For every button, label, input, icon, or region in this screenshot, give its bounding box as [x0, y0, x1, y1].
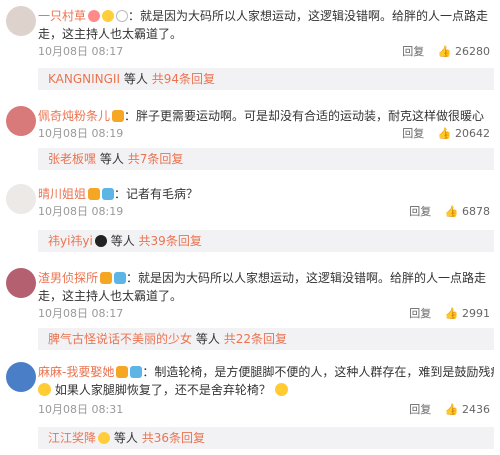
badge-icon [102, 10, 115, 22]
comment-text: ：就是因为大码所以人家想运动，这逻辑没错啊。给胖的人一点路走 [126, 271, 487, 285]
vip-badge-icon [112, 110, 125, 122]
comment-text: ：就是因为大码所以人家想运动，这逻辑没错啊。给胖的人一点路走 [128, 9, 489, 23]
badge-icon [114, 272, 127, 284]
thread-more-link[interactable]: 共36条回复 [142, 431, 205, 445]
avatar[interactable] [6, 184, 36, 214]
like-button[interactable]: 👍 20642 [438, 126, 490, 142]
like-count: 6878 [462, 205, 490, 218]
laugh-emoji-icon [38, 383, 51, 396]
avatar[interactable] [6, 268, 36, 298]
comment-text: ：制造轮椅，是方便腿脚不便的人，这种人群存在，难到是鼓励残疾？ [142, 365, 494, 379]
thread-user[interactable]: 江江奖降 [48, 431, 96, 445]
commenter-name[interactable]: 麻麻-我要娶她 [38, 365, 114, 379]
thumbs-up-icon: 👍 [444, 205, 459, 218]
vip-badge-icon [116, 366, 129, 378]
like-button[interactable]: 👍 2436 [445, 402, 490, 418]
thread-user[interactable]: 张老板嘿 [48, 152, 96, 166]
reply-thread-bar[interactable]: 江江奖降 等人 共36条回复 [38, 427, 494, 449]
badge-icon [116, 10, 129, 22]
vip-badge-icon [100, 272, 113, 284]
like-button[interactable]: 👍 26280 [438, 44, 490, 60]
commenter-name[interactable]: 佩奇炖粉条儿 [38, 109, 110, 123]
comment: 一只村草 ：就是因为大码所以人家想运动，这逻辑没错啊。给胖的人一点路走 走，这主持… [0, 0, 500, 92]
reply-button[interactable]: 回复 [402, 44, 424, 60]
timestamp: 10月08日 08:19 [38, 205, 124, 218]
timestamp: 10月08日 08:19 [38, 127, 124, 140]
thread-more-link[interactable]: 共7条回复 [128, 152, 184, 166]
thread-text: 等人 [195, 332, 220, 346]
thumbs-up-icon: 👍 [444, 307, 459, 320]
badge-icon [130, 366, 143, 378]
thread-text: 等人 [113, 431, 138, 445]
avatar[interactable] [6, 6, 36, 36]
reply-thread-bar[interactable]: KANGNINGII 等人 共94条回复 [38, 68, 494, 90]
thread-text: 等人 [99, 152, 124, 166]
like-count: 26280 [455, 45, 490, 58]
reply-thread-bar[interactable]: 脾气古怪说话不美丽的少女 等人 共22条回复 [38, 328, 494, 350]
thumbs-up-icon: 👍 [437, 127, 452, 140]
thread-user[interactable]: 祎yi祎yi [48, 234, 93, 248]
comment: 麻麻-我要娶她 ：制造轮椅，是方便腿脚不便的人，这种人群存在，难到是鼓励残疾？ 如… [0, 356, 500, 455]
thumbs-up-icon: 👍 [437, 45, 452, 58]
thread-more-link[interactable]: 共94条回复 [152, 72, 215, 86]
avatar[interactable] [6, 106, 36, 136]
comment-text: ：胖子更需要运动啊。可是却没有合适的运动装，耐克这样做很暖心 [124, 109, 485, 123]
thread-more-link[interactable]: 共39条回复 [139, 234, 202, 248]
comment-text: ：记者有毛病？ [114, 187, 199, 201]
reply-thread-bar[interactable]: 张老板嘿 等人 共7条回复 [38, 148, 494, 170]
laugh-emoji-icon [274, 383, 288, 396]
avatar[interactable] [6, 362, 36, 392]
thread-text: 等人 [123, 72, 148, 86]
like-button[interactable]: 👍 2991 [445, 306, 490, 322]
thumbs-up-icon: 👍 [444, 403, 459, 416]
timestamp: 10月08日 08:31 [38, 403, 124, 416]
reply-button[interactable]: 回复 [409, 306, 431, 322]
thread-more-link[interactable]: 共22条回复 [224, 332, 287, 346]
comment: 佩奇炖粉条儿 ：胖子更需要运动啊。可是却没有合适的运动装，耐克这样做很暖心 10月… [0, 100, 500, 176]
comment: 晴川姐姐 ：记者有毛病？ 10月08日 08:19 回复 👍 6878 祎yi祎y… [0, 180, 500, 256]
commenter-name[interactable]: 晴川姐姐 [38, 187, 86, 201]
reply-button[interactable]: 回复 [409, 402, 431, 418]
comment-text-continued: 走，这主持人也太霸道了。 [38, 289, 183, 303]
reply-button[interactable]: 回复 [409, 204, 431, 220]
badge-icon [102, 188, 115, 200]
panda-icon [94, 235, 107, 247]
like-count: 20642 [455, 127, 490, 140]
timestamp: 10月08日 08:17 [38, 307, 124, 320]
timestamp: 10月08日 08:17 [38, 45, 124, 58]
comment-text-continued: 如果人家腿脚恢复了，还不是舍弃轮椅？ [54, 383, 271, 397]
reply-button[interactable]: 回复 [402, 126, 424, 142]
thread-text: 等人 [110, 234, 135, 248]
reply-thread-bar[interactable]: 祎yi祎yi 等人 共39条回复 [38, 230, 494, 252]
commenter-name[interactable]: 一只村草 [38, 9, 86, 23]
comment-text-continued: 走，这主持人也太霸道了。 [38, 27, 183, 41]
badge-icon [98, 432, 111, 444]
comment: 渣男侦探所 ：就是因为大码所以人家想运动，这逻辑没错啊。给胖的人一点路走 走，这主… [0, 262, 500, 354]
commenter-name[interactable]: 渣男侦探所 [38, 271, 98, 285]
like-count: 2436 [462, 403, 490, 416]
vip-badge-icon [88, 188, 101, 200]
like-button[interactable]: 👍 6878 [445, 204, 490, 220]
like-count: 2991 [462, 307, 490, 320]
badge-icon [88, 10, 101, 22]
thread-user[interactable]: KANGNINGII [48, 72, 120, 86]
thread-user[interactable]: 脾气古怪说话不美丽的少女 [48, 332, 192, 346]
